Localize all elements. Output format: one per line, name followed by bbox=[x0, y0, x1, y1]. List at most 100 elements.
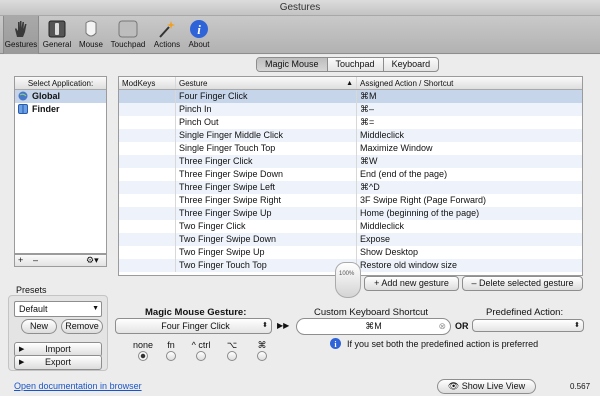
table-row[interactable]: Single Finger Middle Click Middleclick bbox=[119, 129, 582, 142]
table-row[interactable]: Pinch In ⌘– bbox=[119, 103, 582, 116]
gesture-table: ModKeys Gesture ▲ Assigned Action / Short… bbox=[118, 76, 583, 276]
globe-icon bbox=[18, 91, 28, 101]
window-titlebar: Gestures bbox=[0, 0, 600, 16]
table-row[interactable]: Three Finger Swipe Down End (end of the p… bbox=[119, 168, 582, 181]
live-view-button[interactable]: 👁 Show Live View bbox=[437, 379, 536, 394]
modkey-label: ^ ctrl bbox=[191, 340, 211, 350]
add-application-button[interactable]: + bbox=[18, 255, 23, 266]
shortcut-value: ⌘M bbox=[365, 321, 382, 331]
row-gesture: Two Finger Click bbox=[176, 220, 357, 233]
application-label: Global bbox=[32, 91, 61, 101]
live-view-label: Show Live View bbox=[461, 381, 526, 391]
row-gesture: Four Finger Click bbox=[176, 90, 357, 103]
table-row[interactable]: Pinch Out ⌘= bbox=[119, 116, 582, 129]
row-modkeys bbox=[119, 116, 176, 129]
row-gesture: Pinch Out bbox=[176, 116, 357, 129]
version-label: 0.567 bbox=[570, 382, 591, 391]
table-row[interactable]: Two Finger Click Middleclick bbox=[119, 220, 582, 233]
row-modkeys bbox=[119, 129, 176, 142]
predefined-label: Predefined Action: bbox=[486, 307, 564, 318]
modkey-radio[interactable] bbox=[138, 351, 148, 361]
row-action: ⌘– bbox=[360, 104, 375, 114]
modkey-label: ⌥ bbox=[226, 340, 238, 350]
toolbar-general[interactable]: General bbox=[41, 16, 73, 54]
row-modkeys bbox=[119, 246, 176, 259]
chevron-down-icon: ▼ bbox=[92, 305, 99, 312]
row-gesture: Two Finger Swipe Down bbox=[176, 233, 357, 246]
table-row[interactable]: Three Finger Swipe Left ⌘^D bbox=[119, 181, 582, 194]
gear-icon[interactable]: ⚙▾ bbox=[86, 255, 99, 266]
row-action: ⌘W bbox=[360, 156, 378, 166]
modkey-radio[interactable] bbox=[227, 351, 237, 361]
application-list: Select Application: Global Finder bbox=[14, 76, 107, 254]
row-modkeys bbox=[119, 90, 176, 103]
toolbar-gestures[interactable]: Gestures bbox=[3, 16, 39, 54]
table-row[interactable]: Four Finger Click ⌘M bbox=[119, 90, 582, 103]
row-modkeys bbox=[119, 155, 176, 168]
gesture-select[interactable]: Four Finger Click ⬍ bbox=[115, 318, 272, 334]
row-modkeys bbox=[119, 168, 176, 181]
row-modkeys bbox=[119, 181, 176, 194]
toolbar-label: Touchpad bbox=[110, 40, 146, 49]
table-row[interactable]: Two Finger Swipe Up Show Desktop bbox=[119, 246, 582, 259]
tab-keyboard[interactable]: Keyboard bbox=[384, 58, 439, 71]
mouse-preview[interactable]: 100% bbox=[335, 262, 361, 298]
modkey-label: none bbox=[132, 340, 154, 350]
table-row[interactable]: Two Finger Swipe Down Expose bbox=[119, 233, 582, 246]
switch-icon bbox=[48, 20, 66, 38]
column-header-gesture[interactable]: Gesture ▲ bbox=[176, 77, 357, 89]
table-row[interactable]: Three Finger Click ⌘W bbox=[119, 155, 582, 168]
row-modkeys bbox=[119, 233, 176, 246]
column-header-action[interactable]: Assigned Action / Shortcut bbox=[357, 77, 582, 89]
gesture-label: Magic Mouse Gesture: bbox=[145, 307, 247, 318]
row-modkeys bbox=[119, 259, 176, 272]
import-label: Import bbox=[45, 344, 71, 354]
application-item-finder[interactable]: Finder bbox=[15, 103, 106, 116]
shortcut-field[interactable]: ⌘M ⊗ bbox=[296, 318, 451, 335]
tab-magic-mouse[interactable]: Magic Mouse bbox=[257, 58, 328, 71]
toolbar-mouse[interactable]: Mouse bbox=[76, 16, 106, 54]
gesture-table-header: ModKeys Gesture ▲ Assigned Action / Short… bbox=[119, 77, 582, 90]
gesture-table-body: Four Finger Click ⌘M Pinch In ⌘– Pinch Out ⌘=… bbox=[119, 90, 582, 272]
row-gesture: Two Finger Touch Top bbox=[176, 259, 357, 272]
row-action: Home (beginning of the page) bbox=[360, 208, 480, 218]
zoom-level: 100% bbox=[339, 271, 355, 277]
row-gesture: Three Finger Swipe Up bbox=[176, 207, 357, 220]
modkey-radio[interactable] bbox=[166, 351, 176, 361]
info-icon: i bbox=[190, 20, 208, 38]
table-row[interactable]: Three Finger Swipe Right 3F Swipe Right (… bbox=[119, 194, 582, 207]
delete-gesture-button[interactable]: – Delete selected gesture bbox=[462, 276, 583, 291]
column-header-modkeys[interactable]: ModKeys bbox=[119, 77, 176, 89]
row-gesture: Three Finger Swipe Right bbox=[176, 194, 357, 207]
remove-application-button[interactable]: – bbox=[33, 255, 38, 266]
modkey-radio[interactable] bbox=[196, 351, 206, 361]
toolbar-touchpad[interactable]: Touchpad bbox=[108, 16, 148, 54]
row-action: Middleclick bbox=[360, 221, 405, 231]
row-modkeys bbox=[119, 142, 176, 155]
table-row[interactable]: Single Finger Touch Top Maximize Window bbox=[119, 142, 582, 155]
clear-icon[interactable]: ⊗ bbox=[438, 319, 446, 334]
preset-select[interactable]: Default ▼ bbox=[14, 301, 102, 317]
row-gesture: Three Finger Swipe Left bbox=[176, 181, 357, 194]
table-row[interactable]: Three Finger Swipe Up Home (beginning of … bbox=[119, 207, 582, 220]
row-modkeys bbox=[119, 103, 176, 116]
new-preset-button[interactable]: New bbox=[21, 319, 57, 334]
predefined-select[interactable]: ⬍ bbox=[472, 319, 584, 332]
export-button[interactable]: ▶ Export bbox=[14, 355, 102, 370]
or-label: OR bbox=[455, 321, 469, 331]
toolbar-actions[interactable]: Actions bbox=[150, 16, 184, 54]
row-gesture: Three Finger Swipe Down bbox=[176, 168, 357, 181]
preset-value: Default bbox=[19, 304, 48, 314]
remove-preset-button[interactable]: Remove bbox=[61, 319, 103, 334]
tab-touchpad[interactable]: Touchpad bbox=[328, 58, 384, 71]
application-item-global[interactable]: Global bbox=[15, 90, 106, 103]
toolbar-about[interactable]: i About bbox=[186, 16, 212, 54]
documentation-link[interactable]: Open documentation in browser bbox=[14, 381, 142, 391]
toolbar: Gestures General Mouse Touchpad Actions … bbox=[0, 16, 600, 54]
row-modkeys bbox=[119, 194, 176, 207]
add-gesture-button[interactable]: + Add new gesture bbox=[364, 276, 459, 291]
row-gesture: Single Finger Middle Click bbox=[176, 129, 357, 142]
row-gesture: Three Finger Click bbox=[176, 155, 357, 168]
modkey-radio[interactable] bbox=[257, 351, 267, 361]
toolbar-label: About bbox=[188, 40, 210, 49]
